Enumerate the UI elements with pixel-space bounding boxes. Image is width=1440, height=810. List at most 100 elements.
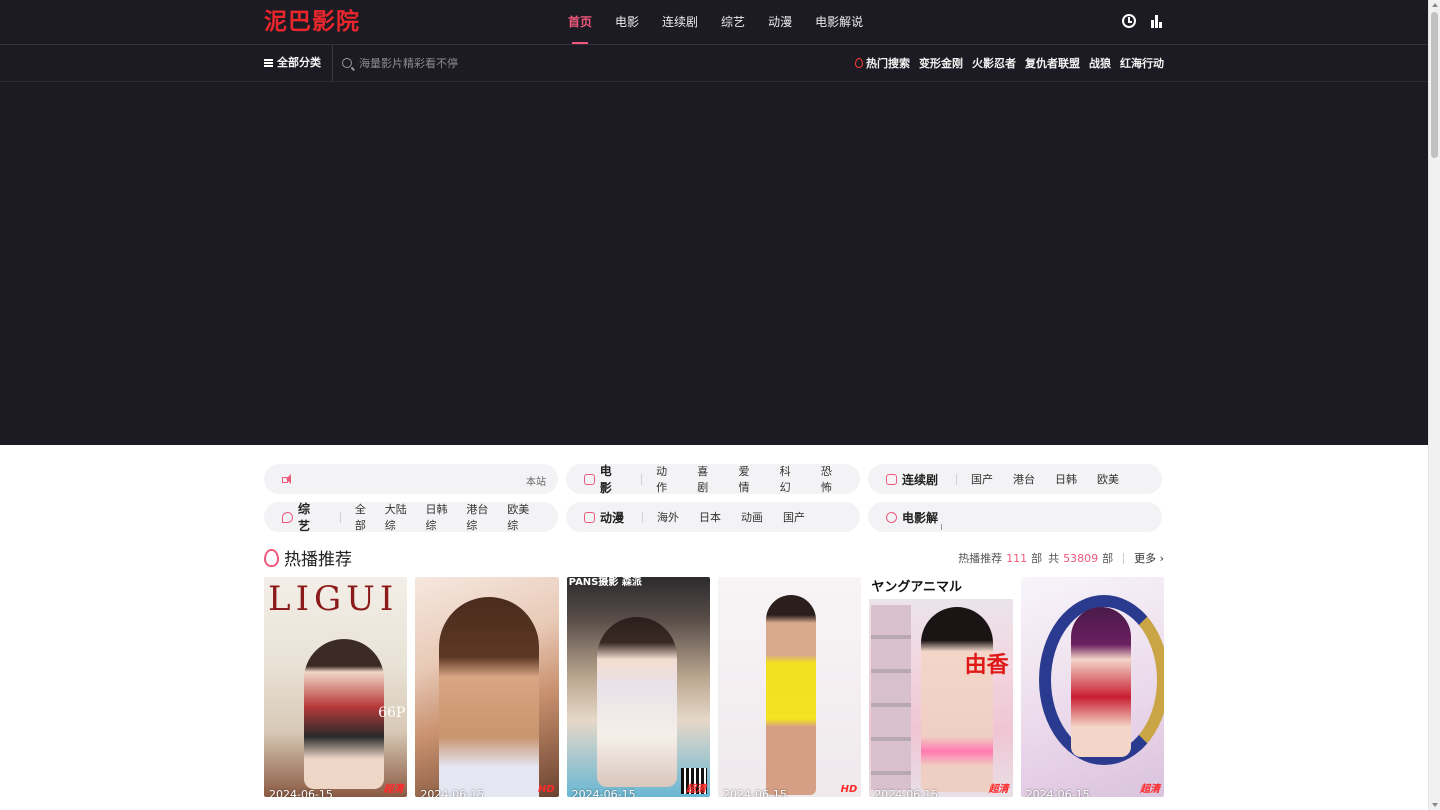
nav-variety[interactable]: 综艺	[721, 0, 745, 44]
nav-home[interactable]: 首页	[568, 0, 592, 44]
hot-term[interactable]: 战狼	[1089, 55, 1111, 71]
channel-variety: 综艺 全部 大陆综 日韩综 港台综 欧美综	[264, 500, 558, 534]
stats-unit: 部	[1102, 552, 1114, 565]
chevron-right-icon: ›	[1159, 552, 1164, 565]
channel-movie-label: 电影	[599, 464, 612, 495]
header-area: 泥巴影院 首页 电影 连续剧 综艺 动漫 电影解说 全部分类 海量影片精彩看不停…	[0, 0, 1428, 445]
cover-image	[439, 597, 540, 797]
section-header: 热播推荐 热播推荐 111 部 共 53809 部 更多 ›	[264, 545, 1164, 570]
channel-link[interactable]: 港台	[1013, 471, 1035, 487]
channel-link[interactable]: 日本	[699, 509, 721, 525]
nav-anime[interactable]: 动漫	[768, 0, 792, 44]
channel-panel: 本站 电影 动作 喜剧 爱情 科幻 恐怖 连续剧 国产 港台 日韩 欧美 综艺 …	[264, 462, 1164, 534]
channel-movie: 电影 动作 喜剧 爱情 科幻 恐怖	[566, 462, 860, 496]
channel-link[interactable]: 欧美	[1097, 471, 1119, 487]
channel-link[interactable]: 日韩	[1055, 471, 1077, 487]
nav-series[interactable]: 连续剧	[662, 0, 698, 44]
hot-term[interactable]: 变形金刚	[919, 55, 963, 71]
hot-term[interactable]: 复仇者联盟	[1025, 55, 1080, 71]
channel-link[interactable]: 动作	[656, 463, 677, 495]
film-icon	[584, 473, 595, 485]
quality-badge: 超清	[1139, 784, 1160, 795]
channel-link[interactable]: 国产	[971, 471, 993, 487]
channel-link[interactable]: 恐怖	[821, 463, 842, 495]
channel-anime: 动漫 海外 日本 动画 国产	[566, 502, 860, 532]
card-date: 2024-06-15	[269, 788, 333, 797]
header-actions	[1122, 14, 1164, 28]
channel-link[interactable]: 全部	[355, 501, 377, 533]
notice-text: 本站	[526, 477, 546, 488]
channel-link[interactable]: 喜剧	[697, 463, 718, 495]
channel-link[interactable]: 海外	[657, 509, 679, 525]
search-input[interactable]	[359, 56, 559, 70]
channel-link[interactable]: 日韩综	[426, 501, 459, 533]
chart-icon[interactable]	[1150, 14, 1164, 28]
cover-image	[304, 639, 384, 789]
channel-anime-label: 动漫	[600, 510, 625, 525]
video-card[interactable]: LIGUI 66P 2024-06-15 超清	[264, 577, 408, 797]
card-date: 2024-06-15	[874, 788, 939, 797]
fire-icon	[264, 548, 279, 567]
scroll-down-icon[interactable]	[1432, 803, 1438, 807]
cover-image	[871, 605, 912, 790]
hot-term[interactable]: 火影忍者	[972, 55, 1016, 71]
quality-badge: HD	[537, 784, 555, 795]
card-date: 2024-06-15	[420, 788, 485, 797]
cover-note: 由香	[964, 653, 1009, 678]
hot-term[interactable]: 红海行动	[1120, 55, 1164, 71]
video-card[interactable]: 2024-06-15 超清	[1020, 577, 1164, 797]
channel-variety-label: 综艺	[297, 502, 310, 533]
cover-title: LIGUI	[268, 579, 399, 619]
channel-link[interactable]: 大陆综	[385, 501, 418, 533]
video-card[interactable]: PANS摄影 森派 2024-06-15 超清	[566, 577, 710, 797]
site-logo[interactable]: 泥巴影院	[264, 2, 360, 36]
quality-badge: 超清	[383, 784, 404, 795]
vertical-scrollbar[interactable]	[1428, 0, 1440, 810]
cover-image	[765, 595, 816, 795]
channel-commentary-label: 电影解	[902, 510, 939, 525]
sub-navbar: 全部分类 热门搜索 变形金刚 火影忍者 复仇者联盟 战狼 红海行动	[0, 45, 1428, 82]
more-text: 更多	[1134, 552, 1157, 565]
cover-image	[596, 617, 677, 787]
channel-variety-title[interactable]: 综艺	[282, 500, 322, 534]
stats-count: 111	[1006, 551, 1028, 565]
channel-link[interactable]: 港台综	[466, 501, 499, 533]
quality-badge: 超清	[685, 784, 706, 795]
scroll-up-icon[interactable]	[1432, 3, 1438, 7]
scrollbar-thumb[interactable]	[1431, 12, 1438, 158]
channel-commentary-title[interactable]: 电影解	[886, 509, 938, 526]
clock-icon[interactable]	[1122, 14, 1136, 28]
video-grid: LIGUI 66P 2024-06-15 超清 2024-06-15 HD PA…	[264, 577, 1164, 797]
section-title: 热播推荐	[264, 545, 352, 570]
top-navbar: 泥巴影院 首页 电影 连续剧 综艺 动漫 电影解说	[0, 0, 1428, 45]
channel-link[interactable]: 动画	[741, 509, 763, 525]
stats-total-prefix: 共	[1048, 552, 1060, 565]
hot-searches: 热门搜索 变形金刚 火影忍者 复仇者联盟 战狼 红海行动	[855, 45, 1164, 81]
cover-title: ヤングアニマル	[869, 577, 1013, 599]
search-icon[interactable]	[342, 58, 352, 68]
more-link[interactable]: 更多 ›	[1134, 550, 1164, 566]
cover-image	[921, 607, 994, 792]
channel-movie-title[interactable]: 电影	[584, 462, 623, 496]
nav-movies[interactable]: 电影	[615, 0, 639, 44]
video-card[interactable]: 2024-06-15 HD	[415, 577, 559, 797]
video-card[interactable]: ヤングアニマル 由香 2024-06-15 超清	[869, 577, 1013, 797]
channel-link[interactable]: 国产	[783, 509, 805, 525]
card-date: 2024-06-15	[722, 788, 787, 797]
hot-search-text: 热门搜索	[866, 57, 910, 70]
notice-pill: 本站	[264, 464, 558, 494]
flame-icon	[855, 58, 863, 68]
section-stats: 热播推荐 111 部 共 53809 部 更多 ›	[958, 550, 1164, 566]
hero-banner[interactable]	[0, 82, 1428, 445]
nav-commentary[interactable]: 电影解说	[815, 0, 863, 44]
channel-series-title[interactable]: 连续剧	[886, 471, 938, 488]
hot-search-label[interactable]: 热门搜索	[855, 55, 910, 71]
tv-icon	[886, 473, 897, 485]
video-card[interactable]: 2024-06-15 HD	[717, 577, 862, 797]
channel-link[interactable]: 欧美综	[507, 501, 540, 533]
card-date: 2024-06-15	[1025, 788, 1090, 797]
channel-anime-title[interactable]: 动漫	[584, 509, 624, 526]
all-categories-button[interactable]: 全部分类	[264, 45, 333, 81]
channel-link[interactable]: 爱情	[738, 463, 759, 495]
channel-link[interactable]: 科幻	[780, 463, 801, 495]
